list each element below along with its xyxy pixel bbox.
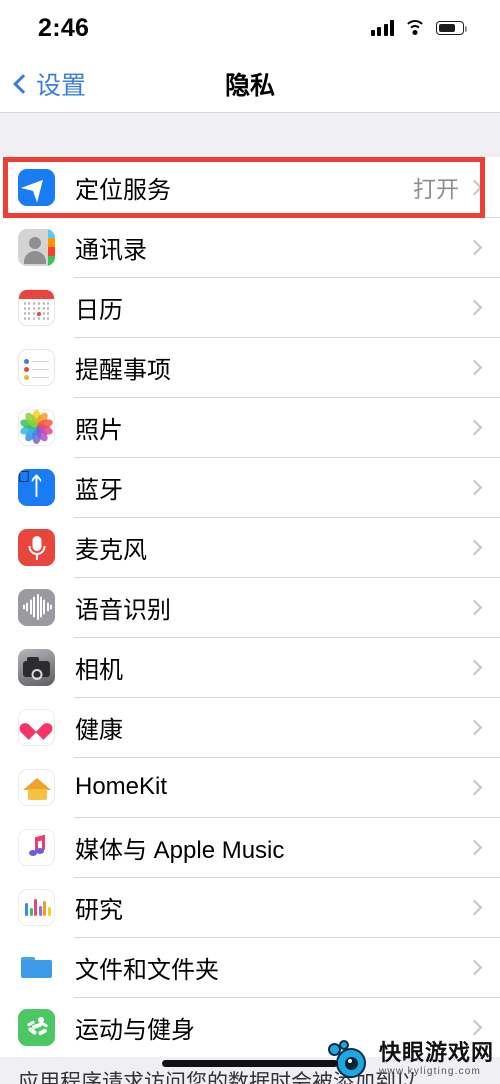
microphone-icon: [18, 528, 55, 566]
back-button[interactable]: 设置: [13, 66, 87, 102]
list-item-contacts[interactable]: 通讯录: [0, 217, 500, 277]
motion-fitness-icon: [18, 1008, 55, 1046]
homekit-icon: [18, 768, 55, 806]
cellular-signal-icon: [370, 20, 394, 36]
watermark-eye-logo-icon: [327, 1040, 372, 1078]
contacts-icon: [18, 228, 55, 266]
bluetooth-icon: ᛏ: [18, 468, 55, 506]
watermark-title: 快眼游戏网: [378, 1039, 494, 1065]
chevron-right-icon: [466, 659, 483, 675]
chevron-right-icon: [466, 779, 483, 795]
health-icon: [18, 708, 55, 746]
list-item-label: 文件和文件夹: [75, 956, 219, 984]
chevron-right-icon: [466, 479, 483, 495]
apple-music-icon: [18, 828, 55, 866]
chevron-right-icon: [466, 239, 483, 255]
iphone-screen: 2:46 设置 隐私 定位服务 打开: [0, 0, 500, 1084]
chevron-right-icon: [466, 599, 483, 615]
chevron-left-icon: [13, 74, 33, 94]
list-item-microphone[interactable]: 麦克风: [0, 517, 500, 577]
list-item-label: 研究: [75, 896, 123, 924]
list-item-reminders[interactable]: 提醒事项: [0, 337, 500, 397]
chevron-right-icon: [466, 719, 483, 735]
camera-icon: [18, 648, 55, 686]
chevron-right-icon: [466, 359, 483, 375]
chevron-right-icon: [466, 899, 483, 915]
list-item-camera[interactable]: 相机: [0, 637, 500, 697]
list-item-label: 照片: [75, 416, 123, 444]
list-item-photos[interactable]: 照片: [0, 397, 500, 457]
watermark-url: www.kyligting.com: [378, 1065, 482, 1077]
files-and-folders-icon: [18, 948, 55, 986]
navigation-bar: 设置 隐私: [0, 56, 500, 113]
list-item-label: HomeKit: [75, 773, 168, 800]
list-item-label: 相机: [75, 656, 123, 684]
list-item-label: 定位服务: [75, 176, 171, 204]
battery-icon: [436, 21, 467, 35]
list-item-label: 健康: [75, 716, 123, 744]
list-item-label: 日历: [75, 296, 123, 324]
section-gap: [0, 114, 500, 157]
location-services-icon: [18, 168, 55, 206]
list-item-label: 麦克风: [75, 536, 147, 564]
speech-recognition-icon: [18, 588, 55, 626]
list-item-location-services[interactable]: 定位服务 打开: [0, 157, 500, 217]
chevron-right-icon: [466, 839, 483, 855]
list-item-homekit[interactable]: HomeKit: [0, 757, 500, 817]
list-item-label: 媒体与 Apple Music: [75, 836, 285, 864]
reminders-icon: [18, 348, 55, 386]
list-item-files-and-folders[interactable]: 文件和文件夹: [0, 937, 500, 997]
research-icon: [18, 888, 55, 926]
list-item-health[interactable]: 健康: [0, 697, 500, 757]
status-bar: 2:46: [0, 0, 500, 56]
photos-icon: [18, 408, 55, 446]
list-item-label: 提醒事项: [75, 356, 171, 384]
back-button-label: 设置: [36, 72, 87, 100]
chevron-right-icon: [466, 179, 483, 195]
chevron-right-icon: [466, 539, 483, 555]
chevron-right-icon: [466, 419, 483, 435]
privacy-settings-list: 定位服务 打开 通讯录 日历 提醒事项: [0, 157, 500, 1057]
list-item-research[interactable]: 研究: [0, 877, 500, 937]
list-item-value: 打开: [413, 176, 459, 202]
home-indicator[interactable]: [162, 1060, 338, 1067]
list-item-media-apple-music[interactable]: 媒体与 Apple Music: [0, 817, 500, 877]
chevron-right-icon: [466, 959, 483, 975]
list-item-label: 蓝牙: [75, 476, 123, 504]
chevron-right-icon: [466, 1019, 483, 1035]
status-bar-indicators: [370, 20, 467, 36]
list-item-speech-recognition[interactable]: 语音识别: [0, 577, 500, 637]
list-item-label: 语音识别: [75, 596, 171, 624]
watermark: 快眼游戏网 www.kyligting.com: [327, 1039, 494, 1078]
list-item-label: 通讯录: [75, 236, 147, 264]
list-item-bluetooth[interactable]: ᛏ 蓝牙: [0, 457, 500, 517]
chevron-right-icon: [466, 299, 483, 315]
list-item-calendar[interactable]: 日历: [0, 277, 500, 337]
wifi-icon: [404, 20, 426, 36]
calendar-icon: [18, 288, 55, 326]
status-bar-time: 2:46: [38, 13, 90, 42]
